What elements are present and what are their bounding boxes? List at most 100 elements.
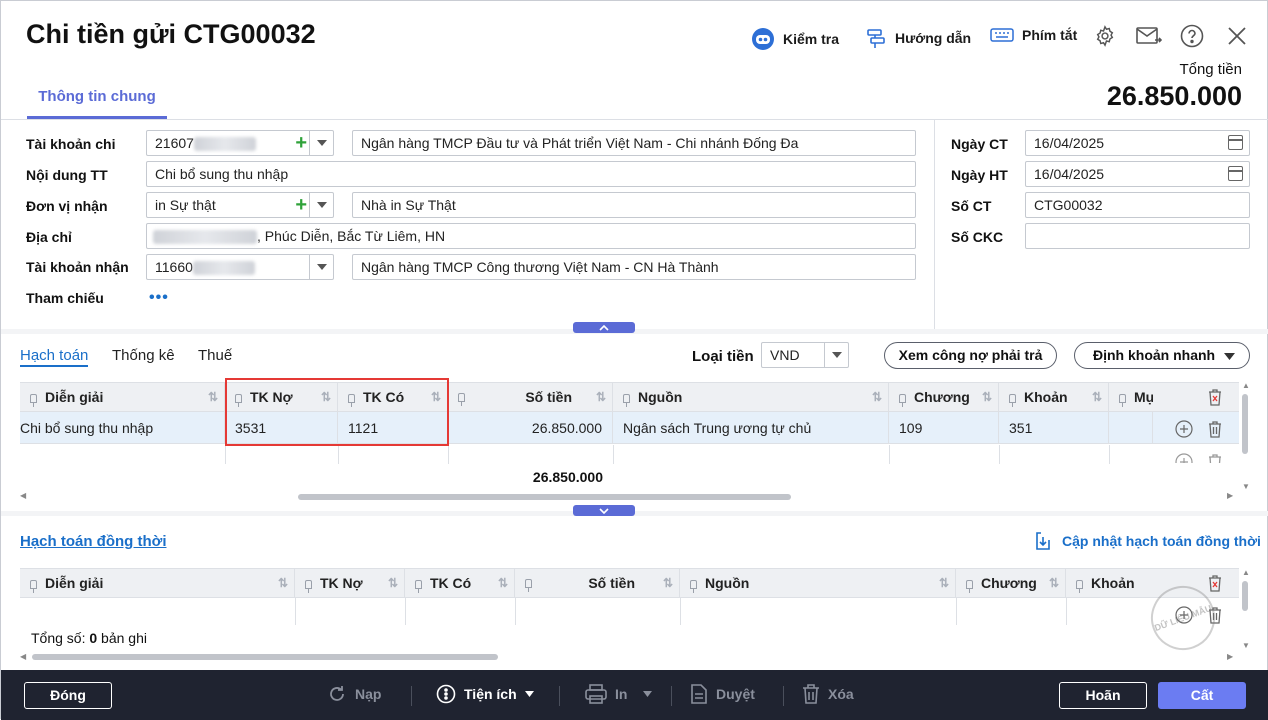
pin-icon[interactable] bbox=[690, 579, 697, 593]
sort-icon[interactable]: ⇅ bbox=[1092, 383, 1102, 412]
delete-row-icon[interactable] bbox=[1207, 453, 1223, 463]
scroll-left-icon[interactable]: ◀ bbox=[20, 652, 26, 661]
tab-accounting[interactable]: Hạch toán bbox=[20, 347, 89, 367]
table-row[interactable]: Chi bổ sung thu nhập 3531 1121 26.850.00… bbox=[20, 412, 1239, 444]
empty-row[interactable] bbox=[20, 598, 1153, 625]
close-icon[interactable] bbox=[1226, 25, 1248, 47]
pin-icon[interactable] bbox=[966, 579, 973, 593]
no-ckc-field[interactable] bbox=[1025, 223, 1250, 249]
approve-button[interactable]: Duyệt bbox=[690, 684, 755, 704]
cell-muc[interactable] bbox=[1109, 412, 1153, 444]
pin-icon[interactable] bbox=[415, 579, 422, 593]
print-button[interactable]: In bbox=[585, 684, 653, 704]
delete-all-icon[interactable] bbox=[1207, 574, 1223, 592]
chevron-down-icon[interactable] bbox=[309, 193, 333, 217]
sort-icon[interactable]: ⇅ bbox=[1049, 569, 1059, 598]
sort-icon[interactable]: ⇅ bbox=[278, 569, 288, 598]
sort-icon[interactable]: ⇅ bbox=[939, 569, 949, 598]
cell-amount[interactable]: 26.850.000 bbox=[448, 412, 613, 444]
no-ct-field[interactable]: CTG00032 bbox=[1025, 192, 1250, 218]
pin-icon[interactable] bbox=[30, 579, 37, 593]
scroll-down-icon[interactable]: ▼ bbox=[1242, 482, 1250, 491]
col-desc[interactable]: Diễn giải ⇅ bbox=[20, 383, 225, 412]
delete-all-icon[interactable] bbox=[1207, 388, 1223, 406]
help-icon[interactable] bbox=[1180, 24, 1204, 48]
col-amount[interactable]: Số tiền ⇅ bbox=[515, 569, 680, 598]
col-source[interactable]: Nguồn ⇅ bbox=[613, 383, 889, 412]
pin-icon[interactable] bbox=[30, 393, 37, 407]
add-icon[interactable]: + bbox=[295, 195, 307, 215]
pin-icon[interactable] bbox=[1076, 579, 1083, 593]
close-button[interactable]: Đóng bbox=[24, 682, 112, 709]
calendar-icon[interactable] bbox=[1228, 166, 1243, 181]
delete-button[interactable]: Xóa bbox=[802, 684, 854, 704]
cell-desc[interactable]: Chi bổ sung thu nhập bbox=[20, 412, 225, 444]
utility-button[interactable]: Tiện ích bbox=[436, 684, 534, 704]
scroll-up-icon[interactable]: ▲ bbox=[1242, 568, 1250, 577]
vertical-scrollbar[interactable] bbox=[1242, 581, 1248, 611]
tab-statistics[interactable]: Thống kê bbox=[112, 347, 175, 364]
col-muc[interactable]: Mụ bbox=[1109, 383, 1153, 412]
pin-icon[interactable] bbox=[623, 393, 630, 407]
reference-more-button[interactable]: ••• bbox=[149, 289, 169, 307]
view-debt-button[interactable]: Xem công nợ phải trả bbox=[884, 342, 1057, 369]
recv-account-select[interactable]: 11660 bbox=[146, 254, 334, 280]
calendar-icon[interactable] bbox=[1228, 135, 1243, 150]
sort-icon[interactable]: ⇅ bbox=[596, 383, 606, 412]
check-button[interactable]: Kiểm tra bbox=[751, 27, 839, 51]
add-row-icon[interactable] bbox=[1175, 420, 1193, 438]
mail-icon[interactable] bbox=[1136, 24, 1162, 48]
update-concurrent-button[interactable]: Cập nhật hạch toán đồng thời bbox=[1034, 531, 1261, 551]
tab-general-info[interactable]: Thông tin chung bbox=[27, 79, 167, 119]
sort-icon[interactable]: ⇅ bbox=[388, 569, 398, 598]
delete-row-icon[interactable] bbox=[1207, 420, 1223, 438]
sort-icon[interactable]: ⇅ bbox=[872, 383, 882, 412]
pin-icon[interactable] bbox=[458, 393, 465, 406]
tab-tax[interactable]: Thuế bbox=[198, 347, 232, 364]
col-chapter[interactable]: Chương ⇅ bbox=[889, 383, 999, 412]
sort-icon[interactable]: ⇅ bbox=[208, 383, 218, 412]
scroll-left-icon[interactable]: ◀ bbox=[20, 491, 26, 500]
account-select[interactable]: 21607 + bbox=[146, 130, 334, 156]
sort-icon[interactable]: ⇅ bbox=[498, 569, 508, 598]
chevron-down-icon[interactable] bbox=[309, 255, 333, 279]
pin-icon[interactable] bbox=[305, 579, 312, 593]
scroll-down-icon[interactable]: ▼ bbox=[1242, 641, 1250, 650]
col-chapter[interactable]: Chương ⇅ bbox=[956, 569, 1066, 598]
col-amount[interactable]: Số tiền ⇅ bbox=[448, 383, 613, 412]
scroll-right-icon[interactable]: ▶ bbox=[1227, 652, 1233, 661]
col-debit[interactable]: TK Nợ ⇅ bbox=[295, 569, 405, 598]
expand-toggle[interactable] bbox=[573, 505, 635, 516]
pin-icon[interactable] bbox=[1009, 393, 1016, 407]
scroll-up-icon[interactable]: ▲ bbox=[1242, 381, 1250, 390]
col-desc[interactable]: Diễn giải ⇅ bbox=[20, 569, 295, 598]
pin-icon[interactable] bbox=[1119, 393, 1126, 407]
chevron-down-icon[interactable] bbox=[309, 131, 333, 155]
reload-button[interactable]: Nạp bbox=[327, 684, 381, 704]
cell-item[interactable]: 351 bbox=[999, 412, 1109, 444]
cancel-button[interactable]: Hoãn bbox=[1059, 682, 1147, 709]
shortcut-button[interactable]: Phím tắt bbox=[990, 27, 1077, 43]
cell-source[interactable]: Ngân sách Trung ương tự chủ bbox=[613, 412, 889, 444]
receiver-name-field[interactable]: Nhà in Sự Thật bbox=[352, 192, 916, 218]
content-field[interactable]: Chi bổ sung thu nhập bbox=[146, 161, 916, 187]
collapse-toggle[interactable] bbox=[573, 322, 635, 333]
pin-icon[interactable] bbox=[525, 579, 532, 592]
quick-entry-button[interactable]: Định khoản nhanh bbox=[1074, 342, 1250, 369]
recv-bank-field[interactable]: Ngân hàng TMCP Công thương Việt Nam - CN… bbox=[352, 254, 916, 280]
col-source[interactable]: Nguồn ⇅ bbox=[680, 569, 956, 598]
date-ct-field[interactable]: 16/04/2025 bbox=[1025, 130, 1250, 156]
guide-button[interactable]: Hướng dẫn bbox=[865, 27, 971, 49]
sort-icon[interactable]: ⇅ bbox=[663, 569, 673, 598]
bank-name-field[interactable]: Ngân hàng TMCP Đầu tư và Phát triển Việt… bbox=[352, 130, 916, 156]
receiver-select[interactable]: in Sự thật + bbox=[146, 192, 334, 218]
col-credit[interactable]: TK Có ⇅ bbox=[405, 569, 515, 598]
sort-icon[interactable]: ⇅ bbox=[982, 383, 992, 412]
address-field[interactable]: , Phúc Diễn, Bắc Từ Liêm, HN bbox=[146, 223, 916, 249]
chevron-down-icon[interactable] bbox=[824, 343, 848, 367]
vertical-scrollbar[interactable] bbox=[1242, 394, 1248, 454]
date-ht-field[interactable]: 16/04/2025 bbox=[1025, 161, 1250, 187]
save-button[interactable]: Cất bbox=[1158, 682, 1246, 709]
gear-icon[interactable] bbox=[1093, 24, 1117, 48]
horizontal-scrollbar[interactable] bbox=[32, 654, 498, 660]
